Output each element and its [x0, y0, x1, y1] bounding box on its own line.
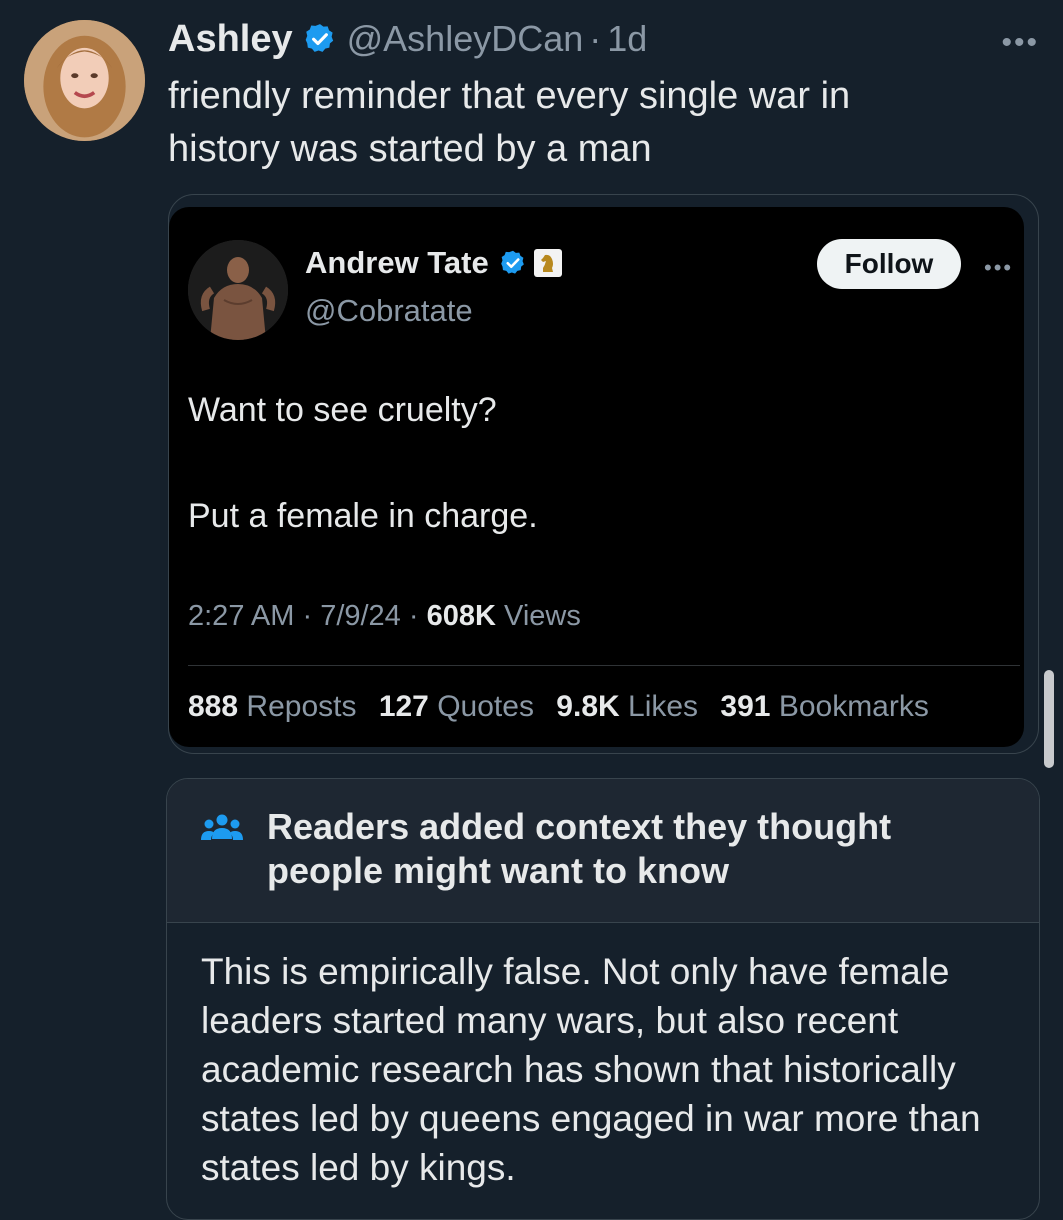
stat-likes: 9.8K Likes — [556, 690, 698, 723]
chess-knight-badge-icon — [533, 249, 562, 277]
stat-reposts: 888 Reposts — [188, 690, 356, 723]
stat-count: 9.8K — [556, 690, 620, 723]
more-options-icon[interactable]: ••• — [1001, 26, 1039, 60]
separator-dot: · — [589, 18, 602, 59]
quoted-author-avatar — [188, 240, 288, 340]
author-name[interactable]: Ashley — [168, 18, 293, 61]
scrollbar[interactable] — [1044, 670, 1054, 768]
stat-count: 888 — [188, 690, 239, 723]
stat-label: Reposts — [246, 690, 357, 723]
quoted-tweet-card[interactable]: Andrew Tate @Cobratate Follow ••• Want t… — [168, 194, 1039, 754]
tweet-header: Ashley @AshleyDCan · 1d — [168, 14, 647, 64]
stat-label: Likes — [628, 690, 699, 723]
quoted-views-label: Views — [504, 600, 581, 632]
stat-count: 391 — [720, 690, 771, 723]
stat-label: Bookmarks — [778, 690, 929, 723]
quoted-meta: 2:27 AM · 7/9/24 · 608K Views — [188, 600, 581, 632]
quoted-author-name: Andrew Tate — [305, 245, 489, 280]
quoted-author-handle: @Cobratate — [305, 293, 473, 328]
stat-quotes: 127 Quotes — [379, 690, 534, 723]
community-note[interactable]: Readers added context they thought peopl… — [166, 778, 1040, 1220]
quoted-text-line-2: Put a female in charge. — [188, 497, 538, 535]
quoted-more-icon: ••• — [984, 255, 1014, 280]
verified-badge-icon — [500, 250, 524, 274]
community-note-header: Readers added context they thought peopl… — [167, 779, 1039, 923]
quoted-name-row: Andrew Tate — [305, 245, 563, 281]
tweet-text: friendly reminder that every single war … — [168, 75, 851, 170]
quoted-stats: 888 Reposts 127 Quotes 9.8K Likes 391 Bo… — [188, 690, 943, 724]
stat-label: Quotes — [437, 690, 534, 723]
community-note-body: This is empirically false. Not only have… — [201, 951, 981, 1188]
people-icon — [201, 814, 243, 840]
quoted-text-line-1: Want to see cruelty? — [188, 391, 497, 429]
quoted-date: 7/9/24 — [320, 600, 401, 632]
community-note-title: Readers added context they thought peopl… — [267, 806, 892, 891]
tweet-time[interactable]: 1d — [607, 18, 647, 60]
quoted-time: 2:27 AM — [188, 600, 295, 632]
follow-button: Follow — [817, 239, 961, 289]
quoted-tweet-screenshot: Andrew Tate @Cobratate Follow ••• Want t… — [169, 207, 1024, 747]
stat-bookmarks: 391 Bookmarks — [720, 690, 928, 723]
verified-badge-icon — [305, 24, 333, 52]
divider — [188, 665, 1020, 666]
author-handle[interactable]: @AshleyDCan — [347, 18, 584, 60]
stat-count: 127 — [378, 690, 429, 723]
author-avatar[interactable] — [24, 20, 145, 141]
quoted-views-count: 608K — [426, 600, 496, 632]
